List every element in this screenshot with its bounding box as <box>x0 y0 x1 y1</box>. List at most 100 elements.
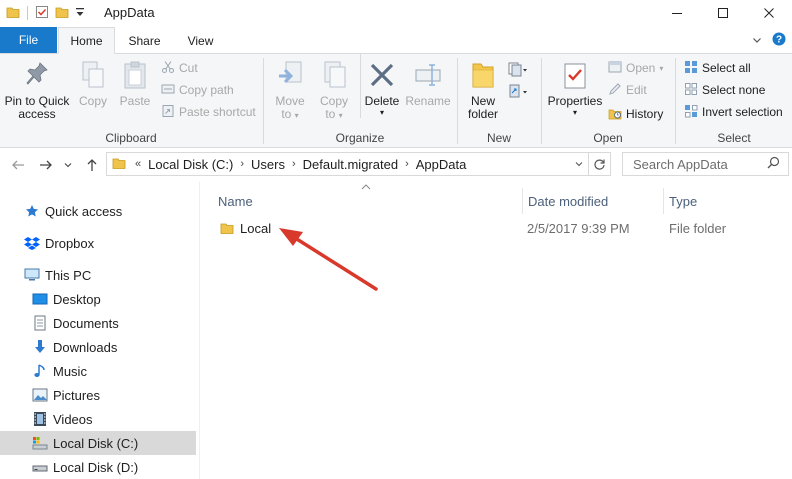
select-all-button[interactable]: Select all <box>684 58 751 78</box>
column-divider[interactable] <box>663 188 664 214</box>
file-date-modified: 2/5/2017 9:39 PM <box>527 220 630 236</box>
refresh-button[interactable] <box>588 153 610 175</box>
sidebar-item-label: Local Disk (C:) <box>53 435 139 451</box>
pin-label-line2: access <box>18 107 56 121</box>
invert-selection-label: Invert selection <box>702 105 783 119</box>
tab-view[interactable]: View <box>172 27 229 54</box>
copy-icon <box>80 58 106 92</box>
sidebar-item-local-disk-d[interactable]: Local Disk (D:) <box>0 455 196 479</box>
breadcrumb-users[interactable]: Users <box>247 157 289 172</box>
edit-button[interactable]: Edit <box>608 80 647 100</box>
folder-icon <box>6 5 20 22</box>
open-group-label: Open <box>593 131 623 145</box>
paste-label: Paste <box>119 94 151 108</box>
sidebar-item-pictures[interactable]: Pictures <box>0 383 196 407</box>
properties-qat-icon[interactable] <box>35 5 49 22</box>
clipboard-group-label: Clipboard <box>105 131 157 145</box>
up-button[interactable] <box>84 157 100 173</box>
column-divider[interactable] <box>522 188 523 214</box>
column-header-type[interactable]: Type <box>669 188 697 214</box>
chevron-down-icon <box>575 162 583 167</box>
sidebar-item-label: Local Disk (D:) <box>53 459 139 475</box>
sidebar-item-label: Quick access <box>45 203 123 219</box>
minimize-button[interactable] <box>654 0 700 26</box>
help-icon[interactable]: ? <box>772 32 786 49</box>
sidebar-item-desktop[interactable]: Desktop <box>0 287 196 311</box>
tab-home[interactable]: Home <box>58 27 115 54</box>
history-button[interactable]: History <box>608 104 663 124</box>
properties-button[interactable]: Properties ▾ <box>544 58 606 117</box>
sidebar-item-documents[interactable]: Documents <box>0 311 196 335</box>
maximize-button[interactable] <box>700 0 746 26</box>
copy-button[interactable]: Copy <box>72 58 114 108</box>
copy-to-button[interactable]: Copy to ▾ <box>312 58 356 121</box>
breadcrumb-overflow[interactable]: « <box>132 158 144 170</box>
table-row[interactable]: Local 2/5/2017 9:39 PM File folder <box>200 216 792 240</box>
search-placeholder: Search AppData <box>633 156 728 172</box>
dropbox-icon <box>24 235 40 251</box>
easy-access-button[interactable] <box>508 82 528 102</box>
close-button[interactable] <box>746 0 792 26</box>
ribbon: Pin to Quick access Copy Paste Cut Copy … <box>0 53 792 148</box>
copy-path-icon <box>161 82 175 99</box>
breadcrumb-local-disk-c[interactable]: Local Disk (C:) <box>144 157 237 172</box>
breadcrumb-appdata[interactable]: AppData <box>412 157 471 172</box>
paste-button[interactable]: Paste <box>114 58 156 108</box>
select-none-icon <box>684 82 698 99</box>
properties-icon <box>562 58 588 92</box>
file-type: File folder <box>669 220 727 236</box>
tab-share[interactable]: Share <box>116 27 173 54</box>
customize-qat-icon[interactable] <box>75 5 85 22</box>
chevron-down-icon <box>64 163 72 168</box>
cut-button[interactable]: Cut <box>161 58 198 78</box>
invert-selection-icon <box>684 104 698 121</box>
cut-label: Cut <box>179 61 198 75</box>
expand-ribbon-icon[interactable] <box>752 34 762 48</box>
rename-icon <box>413 58 443 92</box>
file-name: Local <box>240 220 272 236</box>
forward-button[interactable] <box>38 157 54 173</box>
sidebar-item-this-pc[interactable]: This PC <box>0 263 196 287</box>
select-group-label: Select <box>717 131 751 145</box>
column-header-date-modified[interactable]: Date modified <box>528 188 608 214</box>
rename-button[interactable]: Rename <box>404 58 452 108</box>
properties-dropdown-caret: ▾ <box>572 108 577 117</box>
column-header-name[interactable]: Name <box>218 188 253 214</box>
copy-path-button[interactable]: Copy path <box>161 80 234 100</box>
address-history-dropdown[interactable] <box>570 153 588 175</box>
back-button[interactable] <box>10 157 26 173</box>
back-arrow-icon <box>12 160 24 170</box>
address-bar[interactable]: « Local Disk (C:) › Users › Default.migr… <box>106 152 611 176</box>
refresh-icon <box>594 159 605 170</box>
paste-shortcut-icon <box>161 104 175 121</box>
open-group: Properties ▾ Open ▾ Edit History Open <box>542 54 674 148</box>
sidebar-item-local-disk-c[interactable]: Local Disk (C:) <box>0 431 196 455</box>
invert-selection-button[interactable]: Invert selection <box>684 102 783 122</box>
sidebar-item-dropbox[interactable]: Dropbox <box>0 231 196 255</box>
organize-group: Move to ▾ Copy to ▾ Delete ▾ Rename Orga… <box>264 54 456 148</box>
delete-dropdown-caret: ▾ <box>379 108 384 117</box>
breadcrumb-separator[interactable]: › <box>402 158 412 170</box>
sidebar-item-downloads[interactable]: Downloads <box>0 335 196 359</box>
sidebar-item-quick-access[interactable]: Quick access <box>0 199 196 223</box>
breadcrumb-separator[interactable]: › <box>289 158 299 170</box>
sidebar-item-videos[interactable]: Videos <box>0 407 196 431</box>
tab-file[interactable]: File <box>0 27 57 53</box>
move-to-button[interactable]: Move to ▾ <box>268 58 312 121</box>
properties-label: Properties <box>547 94 603 108</box>
sidebar-item-music[interactable]: Music <box>0 359 196 383</box>
new-folder-qat-icon[interactable] <box>55 5 69 22</box>
delete-label: Delete <box>364 94 400 108</box>
search-input[interactable]: Search AppData <box>622 152 789 176</box>
pin-to-quick-access-button[interactable]: Pin to Quick access <box>4 58 70 121</box>
select-none-button[interactable]: Select none <box>684 80 765 100</box>
breadcrumb-separator[interactable]: › <box>237 158 247 170</box>
new-folder-button[interactable]: New folder <box>460 58 506 121</box>
breadcrumb-default-migrated[interactable]: Default.migrated <box>299 157 402 172</box>
new-item-button[interactable] <box>508 60 528 80</box>
open-button[interactable]: Open ▾ <box>608 58 663 78</box>
paste-shortcut-button[interactable]: Paste shortcut <box>161 102 256 122</box>
select-none-label: Select none <box>702 83 766 97</box>
delete-button[interactable]: Delete ▾ <box>362 58 402 117</box>
recent-locations-button[interactable] <box>62 157 74 173</box>
